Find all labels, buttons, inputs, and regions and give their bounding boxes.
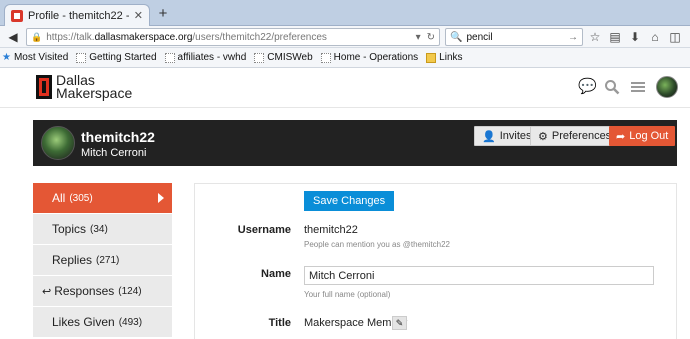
search-icon: 🔍 bbox=[450, 31, 463, 43]
star-icon: ★ bbox=[2, 51, 11, 63]
reload-icon[interactable]: ↻ bbox=[427, 32, 435, 43]
reading-list-icon[interactable]: ▤ bbox=[608, 28, 622, 46]
add-user-icon: 👤 bbox=[482, 130, 496, 143]
bookmark-affiliates[interactable]: affiliates - vwhd bbox=[164, 52, 247, 63]
sidebar-item-count: (305) bbox=[69, 192, 93, 204]
download-icon[interactable]: ⬇ bbox=[628, 28, 642, 46]
bookmark-label: Most Visited bbox=[13, 52, 69, 63]
save-changes-button[interactable]: Save Changes bbox=[304, 191, 395, 211]
browser-tab[interactable]: Profile - themitch22 - Dallas M... ✕ bbox=[4, 4, 150, 26]
lock-icon: 🔒 bbox=[31, 31, 43, 42]
logo-line2: Makerspace bbox=[56, 85, 133, 101]
sidebar-item-count: (493) bbox=[118, 316, 143, 328]
sidebar-item-label: Responses bbox=[54, 284, 115, 298]
sidebar-item-all[interactable]: All (305) bbox=[33, 183, 172, 214]
profile-username: themitch22 bbox=[81, 129, 155, 145]
bookmark-getting-started[interactable]: Getting Started bbox=[76, 52, 157, 63]
gear-icon: ⚙ bbox=[538, 130, 548, 143]
search-icon[interactable] bbox=[604, 79, 620, 95]
bookmark-star-icon[interactable]: ☆ bbox=[588, 28, 602, 46]
close-icon[interactable]: ✕ bbox=[134, 9, 143, 22]
url-prefix: https://talk. bbox=[46, 31, 95, 43]
bookmark-links-folder[interactable]: Links bbox=[426, 52, 463, 63]
bookmark-label: Home - Operations bbox=[333, 52, 419, 63]
profile-full-name: Mitch Cerroni bbox=[81, 147, 147, 159]
hamburger-menu-icon[interactable] bbox=[630, 79, 646, 95]
bookmark-label: Links bbox=[439, 52, 463, 63]
sidebar-item-label: Topics bbox=[52, 222, 87, 236]
preferences-label: Preferences bbox=[551, 130, 612, 142]
preferences-panel bbox=[194, 183, 677, 339]
browser-nav-bar: ◀ 🔒 https://talk.dallasmakerspace.org/us… bbox=[0, 26, 690, 48]
url-text: https://talk.dallasmakerspace.org/users/… bbox=[46, 32, 327, 43]
bookmark-cmisweb[interactable]: CMISWeb bbox=[254, 52, 313, 63]
sidebar-item-count: (271) bbox=[96, 254, 120, 266]
sidebar-item-responses[interactable]: ↩ Responses (124) bbox=[33, 276, 172, 307]
invites-label: Invites bbox=[499, 130, 532, 142]
bookmarks-toolbar: ★ Most Visited Getting Started affiliates… bbox=[0, 48, 690, 68]
user-avatar[interactable] bbox=[656, 76, 678, 98]
search-go-icon[interactable]: → bbox=[568, 32, 578, 43]
logout-label: Log Out bbox=[629, 130, 669, 142]
bookmark-label: CMISWeb bbox=[267, 52, 313, 63]
dropdown-icon[interactable]: ▾ bbox=[416, 32, 421, 43]
back-icon[interactable]: ◀ bbox=[4, 28, 22, 46]
search-input[interactable]: 🔍 pencil → bbox=[445, 28, 583, 46]
home-icon[interactable]: ⌂ bbox=[648, 28, 662, 46]
page-icon bbox=[320, 52, 331, 63]
bookmark-most-visited[interactable]: ★ Most Visited bbox=[2, 52, 68, 63]
sidebar-item-likes-given[interactable]: Likes Given (493) bbox=[33, 307, 172, 338]
sidebar-item-label: All bbox=[52, 191, 66, 205]
url-bar[interactable]: 🔒 https://talk.dallasmakerspace.org/user… bbox=[26, 28, 440, 46]
sidebar-item-count: (34) bbox=[90, 223, 108, 235]
bookmark-label: Getting Started bbox=[89, 52, 157, 63]
page-icon bbox=[254, 52, 265, 63]
activity-sidebar: All (305) Topics (34) Replies (271) ↩ Re… bbox=[33, 183, 172, 338]
sidebar-item-label: Replies bbox=[52, 253, 93, 267]
pencil-icon[interactable]: ✎ bbox=[392, 316, 407, 330]
page-icon bbox=[76, 52, 87, 63]
search-value: pencil bbox=[466, 31, 493, 43]
bookmark-home-operations[interactable]: Home - Operations bbox=[320, 52, 419, 63]
site-favicon-icon bbox=[11, 9, 23, 22]
preferences-button[interactable]: ⚙ Preferences bbox=[530, 126, 620, 146]
chat-icon[interactable]: 💬 bbox=[578, 79, 597, 95]
new-tab-button[interactable]: + bbox=[154, 5, 172, 22]
makerspace-logo-icon bbox=[36, 75, 52, 99]
url-host: dallasmakerspace.org bbox=[94, 31, 193, 43]
site-header: Dallas Makerspace 💬 bbox=[0, 68, 690, 108]
site-logo[interactable]: Dallas Makerspace bbox=[36, 73, 133, 101]
bookmark-label: affiliates - vwhd bbox=[177, 52, 247, 63]
reply-icon: ↩ bbox=[42, 285, 52, 298]
name-label: Name bbox=[261, 268, 291, 280]
logout-button[interactable]: ➦ Log Out bbox=[609, 126, 676, 146]
url-path: /users/themitch22/preferences bbox=[192, 31, 327, 43]
username-value: themitch22 bbox=[304, 224, 358, 236]
folder-icon bbox=[426, 52, 437, 63]
caret-right-icon bbox=[158, 193, 164, 203]
sidebar-item-count: (124) bbox=[118, 285, 142, 297]
pocket-icon[interactable]: ◫ bbox=[668, 28, 682, 46]
sidebar-item-topics[interactable]: Topics (34) bbox=[33, 214, 172, 245]
username-hint: People can mention you as @themitch22 bbox=[304, 240, 450, 249]
tab-title: Profile - themitch22 - Dallas M... bbox=[28, 9, 129, 22]
sidebar-item-replies[interactable]: Replies (271) bbox=[33, 245, 172, 276]
sidebar-item-label: Likes Given bbox=[52, 315, 115, 329]
username-label: Username bbox=[237, 224, 291, 236]
title-label: Title bbox=[268, 317, 291, 329]
name-hint: Your full name (optional) bbox=[304, 290, 391, 299]
profile-avatar bbox=[41, 126, 75, 160]
page-icon bbox=[164, 52, 175, 63]
name-field[interactable] bbox=[304, 266, 654, 285]
logout-icon: ➦ bbox=[616, 130, 626, 143]
browser-tab-bar: Profile - themitch22 - Dallas M... ✕ + bbox=[0, 0, 690, 26]
